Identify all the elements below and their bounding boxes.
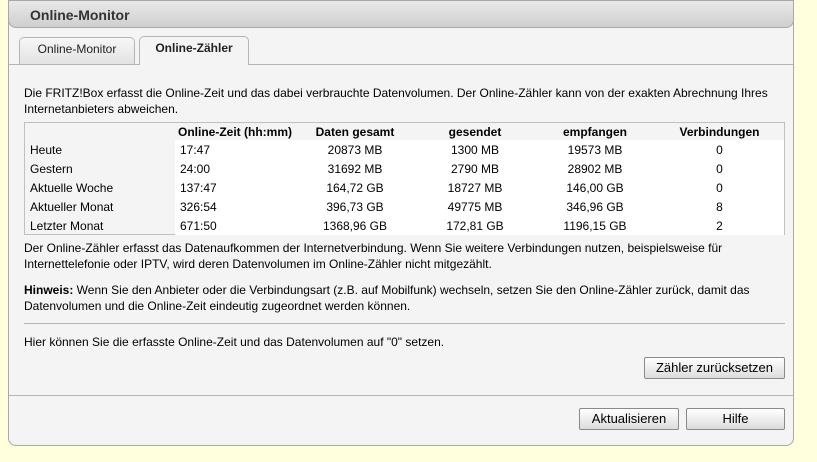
cell-connections: 0	[655, 140, 784, 159]
refresh-button[interactable]: Aktualisieren	[579, 408, 679, 430]
row-label: Letzter Monat	[30, 218, 104, 233]
cell-online-time: 671:50	[175, 216, 295, 235]
column-header: Online-Zeit (hh:mm)	[178, 124, 292, 139]
intro-text: Die FRITZ!Box erfasst die Online-Zeit un…	[24, 86, 768, 116]
hint-text: Wenn Sie den Anbieter oder die Verbindun…	[24, 283, 750, 313]
column-header	[25, 123, 175, 140]
note-text: Der Online-Zähler erfasst das Datenaufko…	[24, 241, 723, 271]
cell-received: 346,96 GB	[535, 197, 655, 216]
online-counter-table: Online-Zeit (hh:mm) Daten gesamt gesende…	[24, 122, 785, 235]
tab-online-zaehler[interactable]: Online-Zähler	[139, 36, 249, 65]
cell-total-data: 164,72 GB	[295, 178, 415, 197]
column-header: Daten gesamt	[315, 124, 395, 139]
panel-title: Online-Monitor	[30, 7, 130, 23]
help-button[interactable]: Hilfe	[686, 408, 785, 430]
online-monitor-panel: Online-Monitor Online-Monitor Online-Zäh…	[8, 0, 794, 446]
table-row: Letzter Monat 671:50 1368,96 GB 172,81 G…	[25, 216, 784, 235]
cell-sent: 1300 MB	[415, 140, 535, 159]
cell-sent: 18727 MB	[415, 178, 535, 197]
cell-received: 146,00 GB	[535, 178, 655, 197]
table-row: Aktuelle Woche 137:47 164,72 GB 18727 MB…	[25, 178, 784, 197]
row-label: Aktueller Monat	[30, 199, 114, 214]
table-row: Heute 17:47 20873 MB 1300 MB 19573 MB 0	[25, 140, 784, 159]
cell-sent: 172,81 GB	[415, 216, 535, 235]
reset-text: Hier können Sie die erfasste Online-Zeit…	[24, 335, 445, 349]
cell-connections: 2	[655, 216, 784, 235]
cell-received: 28902 MB	[535, 159, 655, 178]
cell-total-data: 1368,96 GB	[295, 216, 415, 235]
cell-connections: 8	[655, 197, 784, 216]
column-header: gesendet	[448, 124, 502, 139]
hint-paragraph: Hinweis: Wenn Sie den Anbieter oder die …	[24, 282, 789, 314]
reset-counter-button[interactable]: Zähler zurücksetzen	[644, 357, 785, 379]
table-row: Aktueller Monat 326:54 396,73 GB 49775 M…	[25, 197, 784, 216]
panel-titlebar: Online-Monitor	[8, 0, 794, 28]
table-row: Gestern 24:00 31692 MB 2790 MB 28902 MB …	[25, 159, 784, 178]
cell-connections: 0	[655, 178, 784, 197]
cell-online-time: 137:47	[175, 178, 295, 197]
cell-total-data: 20873 MB	[295, 140, 415, 159]
cell-total-data: 31692 MB	[295, 159, 415, 178]
cell-sent: 49775 MB	[415, 197, 535, 216]
tab-online-monitor[interactable]: Online-Monitor	[19, 37, 135, 64]
tab-content: Die FRITZ!Box erfasst die Online-Zeit un…	[9, 64, 793, 394]
column-header: empfangen	[562, 124, 627, 139]
hint-label: Hinweis:	[24, 283, 74, 297]
section-divider	[24, 323, 785, 324]
footer-divider	[9, 395, 793, 396]
row-label: Heute	[30, 142, 63, 157]
cell-online-time: 24:00	[175, 159, 295, 178]
column-header: Verbindungen	[679, 124, 760, 139]
cell-sent: 2790 MB	[415, 159, 535, 178]
row-label: Aktuelle Woche	[30, 180, 114, 195]
cell-online-time: 326:54	[175, 197, 295, 216]
cell-received: 19573 MB	[535, 140, 655, 159]
cell-connections: 0	[655, 159, 784, 178]
cell-total-data: 396,73 GB	[295, 197, 415, 216]
cell-received: 1196,15 GB	[535, 216, 655, 235]
cell-online-time: 17:47	[175, 140, 295, 159]
row-label: Gestern	[30, 161, 73, 176]
table-header-row: Online-Zeit (hh:mm) Daten gesamt gesende…	[25, 123, 784, 140]
